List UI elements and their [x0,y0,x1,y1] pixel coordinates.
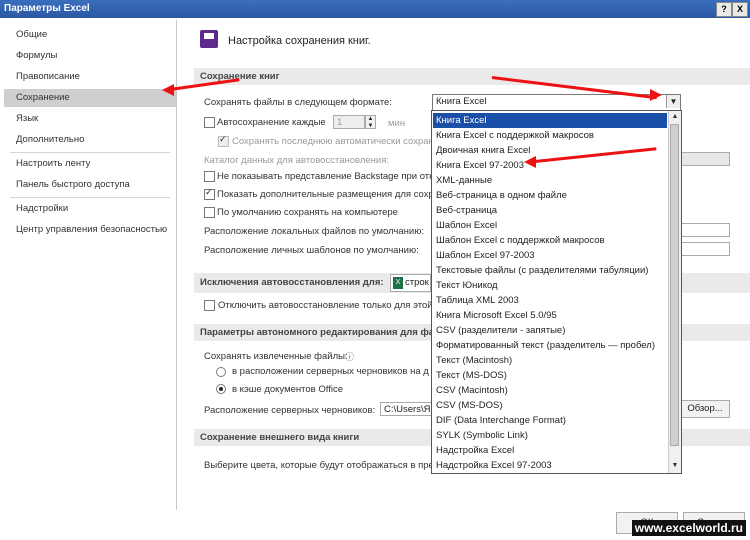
show-additional-label: Показать дополнительные размещения для с… [217,189,434,200]
save-disk-icon [200,30,218,48]
dropdown-option[interactable]: Текст (Macintosh) [433,353,667,368]
help-button[interactable]: ? [716,2,732,17]
dropdown-option[interactable]: Шаблон Excel с поддержкой макросов [433,233,667,248]
server-drafts-option: в расположении серверных черновиков на д [232,366,429,377]
office-cache-option: в кэше документов Office [232,384,343,395]
autosave-label: Автосохранение каждые [217,117,326,128]
annotation-arrowhead [524,156,536,168]
autosave-checkbox[interactable] [204,117,215,128]
watermark: www.excelworld.ru [631,520,746,536]
dropdown-option[interactable]: Надстройка Excel 97-2003 [433,458,667,473]
sidebar-item-proofing[interactable]: Правописание [4,68,176,86]
sidebar-item-save[interactable]: Сохранение [4,89,176,107]
section-save-books: Сохранение книг [194,68,750,85]
dropdown-option[interactable]: CSV (MS-DOS) [433,398,667,413]
sidebar-item-general[interactable]: Общие [4,26,176,44]
dropdown-option[interactable]: Форматированный текст (разделитель — про… [433,338,667,353]
section-autorecover-exceptions-title: Исключения автовосстановления для: [200,277,384,288]
sidebar-item-advanced[interactable]: Дополнительно [4,131,176,149]
templates-location-label: Расположение личных шаблонов по умолчани… [204,245,419,256]
close-button[interactable]: X [732,2,748,17]
sidebar: Общие Формулы Правописание Сохранение Яз… [4,20,177,510]
dropdown-option[interactable]: Текстовые файлы (с разделителями табуляц… [433,263,667,278]
dropdown-option[interactable]: Шаблон Excel [433,218,667,233]
server-drafts-location-label: Расположение серверных черновиков: [204,405,376,416]
templates-location-field[interactable] [680,242,730,256]
sidebar-divider [10,152,170,153]
dropdown-option[interactable]: Веб-страница в одном файле [433,188,667,203]
dropdown-option[interactable]: SYLK (Symbolic Link) [433,428,667,443]
sidebar-divider [10,197,170,198]
dropdown-option[interactable]: DIF (Data Interchange Format) [433,413,667,428]
save-format-value: Книга Excel [436,96,487,107]
annotation-arrowhead [650,89,662,101]
local-location-label: Расположение локальных файлов по умолчан… [204,226,424,237]
scroll-up-icon[interactable]: ▲ [669,111,681,123]
dropdown-option[interactable]: Книга Microsoft Excel 5.0/95 [433,308,667,323]
window-title: Параметры Excel [4,3,90,14]
local-location-field[interactable] [680,223,730,237]
autosave-unit: мин [388,118,406,129]
dropdown-option[interactable]: Текст Юникод [433,278,667,293]
save-format-label: Сохранять файлы в следующем формате: [204,97,392,108]
dropdown-option[interactable]: Текст (MS-DOS) [433,368,667,383]
workbook-select[interactable]: X строк [390,274,431,292]
dropdown-option[interactable]: Надстройка Excel [433,443,667,458]
dropdown-option[interactable]: CSV (Macintosh) [433,383,667,398]
save-extracted-label: Сохранять извлеченные файлы: [204,351,348,362]
browse-button[interactable]: Обзор... [680,400,730,418]
dropdown-option[interactable]: Книга Excel с поддержкой макросов [433,128,667,143]
dropdown-option[interactable]: Веб-страница [433,203,667,218]
show-additional-checkbox[interactable] [204,187,215,200]
dropdown-option[interactable]: Книга Excel [433,113,667,128]
default-local-label: По умолчанию сохранять на компьютере [217,207,398,218]
disable-autorecover-checkbox[interactable] [204,300,215,311]
dropdown-option[interactable]: Таблица XML 2003 [433,293,667,308]
scroll-thumb[interactable] [670,124,679,446]
office-cache-radio[interactable] [216,384,226,394]
sidebar-item-addins[interactable]: Надстройки [4,200,176,218]
sidebar-item-formulas[interactable]: Формулы [4,47,176,65]
dropdown-scrollbar[interactable]: ▲ ▼ [668,111,681,473]
title-bar: Параметры Excel ? X [0,0,750,18]
autorecover-catalog-label: Каталог данных для автовосстановления: [204,155,390,166]
sidebar-item-quick-access[interactable]: Панель быстрого доступа [4,176,176,194]
annotation-arrowhead [162,84,174,96]
excel-icon: X [393,277,403,289]
sidebar-item-trust-center[interactable]: Центр управления безопасностью [4,221,176,239]
sidebar-item-customize-ribbon[interactable]: Настроить ленту [4,155,176,173]
server-drafts-location-field[interactable]: C:\Users\Ян [380,402,432,416]
autorecover-catalog-field[interactable] [680,152,730,166]
workbook-value: строк [405,277,429,288]
default-local-checkbox[interactable] [204,207,215,218]
scroll-down-icon[interactable]: ▼ [669,460,681,472]
no-backstage-checkbox[interactable] [204,171,215,182]
keep-last-checkbox[interactable] [218,134,229,147]
colors-label: Выберите цвета, которые будут отображать… [204,460,440,471]
disable-autorecover-label: Отключить автовосстановление только для … [218,300,433,311]
dropdown-option[interactable]: CSV (разделители - запятые) [433,323,667,338]
info-icon: ⓘ [345,352,355,362]
chevron-down-icon[interactable]: ▼ [666,95,680,108]
autosave-stepper[interactable]: ▲ ▼ [365,115,376,129]
sidebar-item-language[interactable]: Язык [4,110,176,128]
dropdown-option[interactable]: Шаблон Excel 97-2003 [433,248,667,263]
save-format-dropdown: Надстройка Excel 97-2003 Надстройка Excel… [431,110,682,474]
page-title: Настройка сохранения книг. [228,35,371,47]
no-backstage-label: Не показывать представление Backstage пр… [217,171,434,182]
autosave-minutes-field[interactable]: 1 [333,115,365,129]
server-drafts-radio[interactable] [216,367,226,377]
dropdown-option[interactable]: XML-данные [433,173,667,188]
